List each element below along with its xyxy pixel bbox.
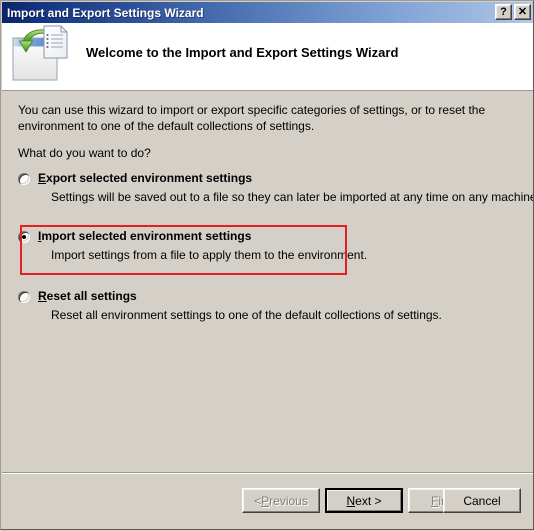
radio-export[interactable]: [18, 173, 30, 185]
wizard-header: Welcome to the Import and Export Setting…: [2, 23, 533, 91]
help-button[interactable]: ?: [495, 4, 512, 20]
next-button-inner: Next >: [327, 490, 401, 511]
wizard-window: Import and Export Settings Wizard ? ✕ We…: [0, 0, 534, 530]
radio-import[interactable]: [18, 231, 30, 243]
option-export-description: Settings will be saved out to a file so …: [51, 190, 534, 204]
next-button[interactable]: Next >: [325, 488, 403, 513]
title-bar-buttons: ? ✕: [495, 4, 531, 20]
intro-text: You can use this wizard to import or exp…: [18, 103, 486, 133]
option-export-label: Export selected environment settings: [38, 171, 252, 185]
accesskey-reset: R: [38, 289, 47, 303]
option-import-label-text: mport selected environment settings: [41, 229, 252, 243]
radio-reset[interactable]: [18, 291, 30, 303]
page-title: Welcome to the Import and Export Setting…: [86, 45, 399, 60]
accesskey-next: N: [346, 493, 356, 508]
option-export-row[interactable]: Export selected environment settings: [18, 171, 518, 185]
import-export-settings-icon: [11, 25, 73, 85]
accesskey-export: E: [38, 171, 47, 185]
option-reset-label-text: eset all settings: [46, 289, 137, 303]
option-reset[interactable]: Reset all settings Reset all environment…: [18, 289, 518, 322]
previous-button-label: revious: [269, 493, 308, 508]
button-bar: < Previous Next > Finish Cancel: [2, 475, 533, 529]
option-import-description: Import settings from a file to apply the…: [51, 248, 368, 262]
title-bar: Import and Export Settings Wizard ? ✕: [2, 2, 533, 23]
previous-button-prefix: <: [254, 493, 262, 508]
previous-button[interactable]: < Previous: [242, 488, 320, 513]
accesskey-previous: P: [261, 493, 270, 508]
wizard-body: You can use this wizard to import or exp…: [2, 91, 534, 473]
option-import[interactable]: Import selected environment settings Imp…: [18, 229, 518, 262]
next-button-label: ext >: [355, 493, 382, 508]
accesskey-finish: F: [430, 493, 439, 508]
button-bar-separator: [2, 472, 533, 474]
window-title: Import and Export Settings Wizard: [7, 5, 204, 20]
cancel-button-label: Cancel: [463, 493, 501, 508]
option-reset-description: Reset all environment settings to one of…: [51, 308, 442, 322]
option-reset-row[interactable]: Reset all settings: [18, 289, 518, 303]
option-export[interactable]: Export selected environment settings Set…: [18, 171, 534, 204]
question-text: What do you want to do?: [18, 146, 151, 160]
close-icon[interactable]: ✕: [514, 4, 531, 20]
cancel-button[interactable]: Cancel: [443, 488, 521, 513]
option-import-label: Import selected environment settings: [38, 229, 251, 243]
option-reset-label: Reset all settings: [38, 289, 137, 303]
option-import-row[interactable]: Import selected environment settings: [18, 229, 518, 243]
option-export-label-text: xport selected environment settings: [46, 171, 253, 185]
